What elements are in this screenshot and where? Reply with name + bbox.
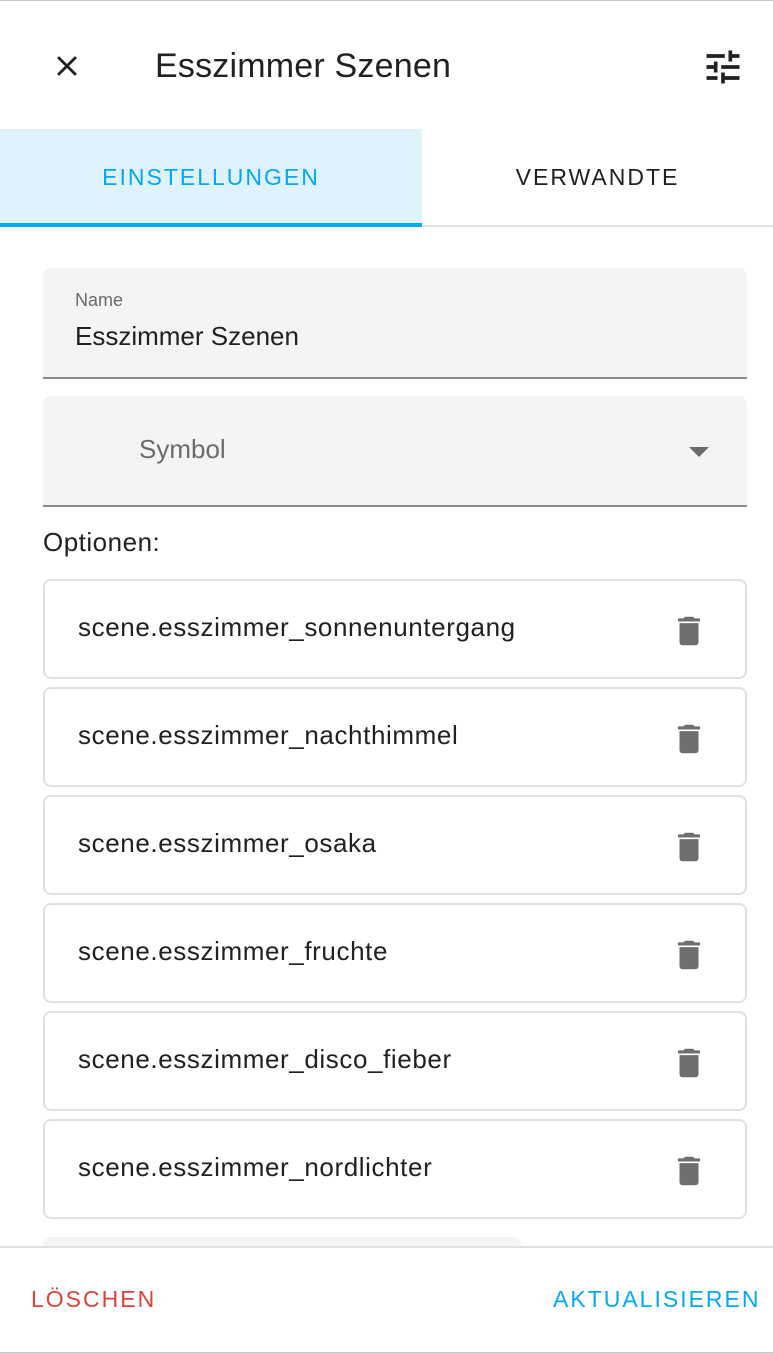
options-label: Optionen: [43,527,161,557]
option-value: scene.esszimmer_osaka [78,828,377,858]
dialog-header: Esszimmer Szenen [0,1,773,129]
settings-form: Name Esszimmer Szenen Symbol Optionen: s… [43,268,747,1227]
name-field[interactable]: Name Esszimmer Szenen [43,268,747,379]
option-item[interactable]: scene.esszimmer_fruchte [43,903,747,1003]
option-value: scene.esszimmer_disco_fieber [78,1044,452,1074]
tab-bar: EINSTELLUNGEN VERWANDTE [0,129,773,227]
delete-option-button[interactable] [661,823,717,871]
option-item[interactable]: scene.esszimmer_osaka [43,795,747,895]
trash-icon [677,1156,701,1186]
name-field-label: Name [75,290,124,310]
trash-icon [677,832,701,862]
name-field-value[interactable]: Esszimmer Szenen [75,321,299,352]
delete-option-button[interactable] [661,607,717,655]
delete-option-button[interactable] [661,1039,717,1087]
options-list: scene.esszimmer_sonnenuntergang scene.es… [43,579,747,1219]
dialog-title: Esszimmer Szenen [155,47,452,85]
tune-icon [706,50,740,84]
option-value: scene.esszimmer_sonnenuntergang [78,612,516,642]
update-button[interactable]: AKTUALISIEREN [553,1286,761,1313]
entity-settings-dialog: Esszimmer Szenen EINSTELLUNGEN VERWANDTE… [0,0,773,1353]
option-value: scene.esszimmer_nachthimmel [78,720,459,750]
symbol-select[interactable]: Symbol [43,396,747,507]
delete-option-button[interactable] [661,931,717,979]
option-item[interactable]: scene.esszimmer_sonnenuntergang [43,579,747,679]
close-button[interactable] [43,42,91,90]
advanced-settings-button[interactable] [697,41,749,93]
option-item[interactable]: scene.esszimmer_nordlichter [43,1119,747,1219]
symbol-select-placeholder: Symbol [139,434,226,464]
option-value: scene.esszimmer_fruchte [78,936,389,966]
trash-icon [677,724,701,754]
tab-einstellungen[interactable]: EINSTELLUNGEN [0,129,422,227]
trash-icon [677,940,701,970]
delete-option-button[interactable] [661,715,717,763]
trash-icon [677,616,701,646]
option-value: scene.esszimmer_nordlichter [78,1152,433,1182]
dialog-footer: LÖSCHEN AKTUALISIEREN [0,1246,773,1352]
dropdown-arrow-icon [689,447,709,457]
option-item[interactable]: scene.esszimmer_nachthimmel [43,687,747,787]
option-item[interactable]: scene.esszimmer_disco_fieber [43,1011,747,1111]
delete-button[interactable]: LÖSCHEN [31,1286,156,1313]
trash-icon [677,1048,701,1078]
close-icon [57,56,77,76]
delete-option-button[interactable] [661,1147,717,1195]
tab-verwandte[interactable]: VERWANDTE [422,129,773,225]
